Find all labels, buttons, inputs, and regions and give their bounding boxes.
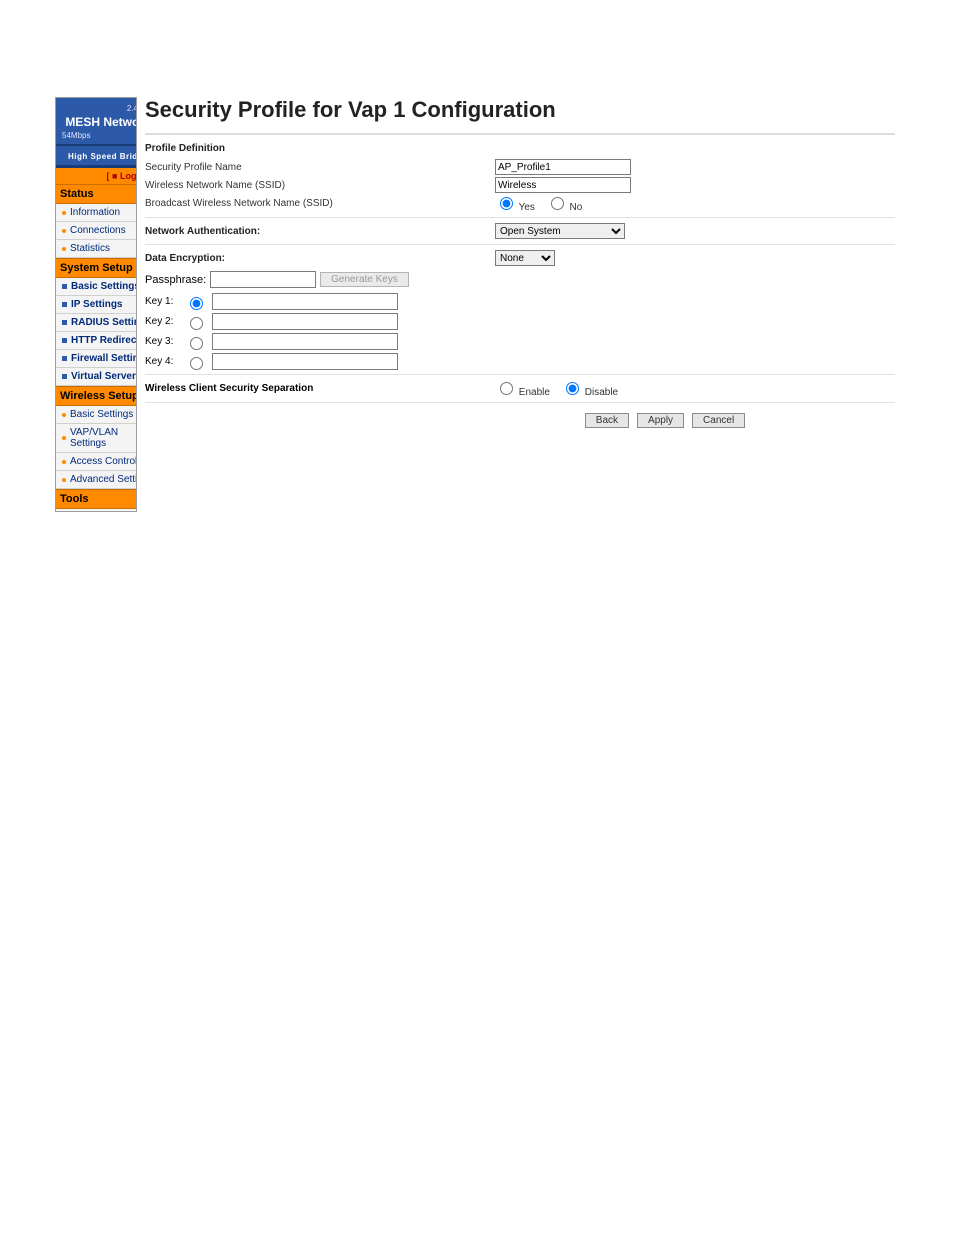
sidebar-item-radius-settings[interactable]: RADIUS Settings bbox=[56, 314, 137, 332]
security-profile-name-input[interactable] bbox=[495, 159, 631, 175]
nav-label: VAP/VLAN Settings bbox=[70, 427, 137, 449]
sidebar-item-ip-settings[interactable]: IP Settings bbox=[56, 296, 137, 314]
logout-link[interactable]: [ ■ Logout ] bbox=[56, 168, 137, 184]
broadcast-ssid-label: Broadcast Wireless Network Name (SSID) bbox=[145, 198, 495, 209]
key2-radio[interactable] bbox=[190, 317, 203, 330]
nav-header-status: Status bbox=[56, 184, 137, 204]
bullet-icon bbox=[62, 229, 66, 233]
sidebar-item-statistics[interactable]: Statistics bbox=[56, 240, 137, 258]
nav-label: HTTP Redirect bbox=[71, 335, 137, 346]
key3-radio[interactable] bbox=[190, 337, 203, 350]
data-encryption-select[interactable]: None bbox=[495, 250, 555, 266]
ssid-label: Wireless Network Name (SSID) bbox=[145, 180, 495, 191]
bullet-icon bbox=[62, 338, 67, 343]
bullet-icon bbox=[62, 436, 66, 440]
divider bbox=[145, 133, 895, 135]
bullet-icon bbox=[62, 211, 66, 215]
bullet-icon bbox=[62, 247, 66, 251]
cancel-button[interactable]: Cancel bbox=[692, 413, 745, 428]
network-auth-label: Network Authentication: bbox=[145, 226, 495, 237]
bullet-icon bbox=[62, 478, 66, 482]
nav-label: Access Control bbox=[70, 456, 137, 467]
security-profile-name-label: Security Profile Name bbox=[145, 162, 495, 173]
sidebar-item-access-control[interactable]: Access Control bbox=[56, 453, 137, 471]
sidebar-item-wireless-basic[interactable]: Basic Settings bbox=[56, 406, 137, 424]
key3-input[interactable] bbox=[212, 333, 398, 350]
sidebar-item-vap-vlan[interactable]: VAP/VLAN Settings bbox=[56, 424, 137, 453]
back-button[interactable]: Back bbox=[585, 413, 629, 428]
nav-label: Connections bbox=[70, 225, 126, 236]
brand-banner: 2.4GHz MESH Network 54Mbps bbox=[56, 98, 137, 146]
sidebar-item-site-survey[interactable]: Site Survey bbox=[56, 509, 137, 512]
data-encryption-label: Data Encryption: bbox=[145, 253, 495, 264]
nav-label: Firewall Settings bbox=[71, 353, 137, 364]
page-title: Security Profile for Vap 1 Configuration bbox=[145, 97, 895, 123]
sidebar-item-information[interactable]: Information bbox=[56, 204, 137, 222]
brand-title: MESH Network bbox=[62, 115, 137, 129]
brand-freq: 2.4GHz bbox=[62, 104, 137, 113]
key4-input[interactable] bbox=[212, 353, 398, 370]
sidebar: 2.4GHz MESH Network 54Mbps High Speed Br… bbox=[56, 98, 137, 511]
key1-label: Key 1: bbox=[145, 296, 179, 307]
key2-input[interactable] bbox=[212, 313, 398, 330]
key3-label: Key 3: bbox=[145, 336, 179, 347]
brand-hsb: High Speed Bridge bbox=[56, 146, 137, 168]
wcss-enable-radio[interactable] bbox=[500, 382, 513, 395]
nav-label: IP Settings bbox=[71, 299, 123, 310]
bullet-icon bbox=[62, 374, 67, 379]
sidebar-item-firewall-settings[interactable]: Firewall Settings bbox=[56, 350, 137, 368]
main-panel: Security Profile for Vap 1 Configuration… bbox=[137, 97, 895, 512]
key4-radio[interactable] bbox=[190, 357, 203, 370]
nav-label: Information bbox=[70, 207, 120, 218]
key4-label: Key 4: bbox=[145, 356, 179, 367]
key1-radio[interactable] bbox=[190, 297, 203, 310]
generate-keys-button: Generate Keys bbox=[320, 272, 409, 287]
sidebar-item-virtual-server[interactable]: Virtual Server bbox=[56, 368, 137, 386]
bullet-icon bbox=[62, 320, 67, 325]
nav-header-tools: Tools bbox=[56, 489, 137, 509]
bullet-icon bbox=[62, 413, 66, 417]
ssid-input[interactable] bbox=[495, 177, 631, 193]
nav-header-wireless: Wireless Setup bbox=[56, 386, 137, 406]
nav-label: Advanced Settings bbox=[70, 474, 137, 485]
brand-speed: 54Mbps bbox=[62, 131, 137, 140]
nav-header-system: System Setup bbox=[56, 258, 137, 278]
nav-label: Virtual Server bbox=[71, 371, 136, 382]
bullet-icon bbox=[62, 460, 66, 464]
bullet-icon bbox=[62, 356, 67, 361]
broadcast-no-radio[interactable] bbox=[551, 197, 564, 210]
bullet-icon bbox=[62, 284, 67, 289]
passphrase-label: Passphrase: bbox=[145, 274, 206, 286]
wcss-label: Wireless Client Security Separation bbox=[145, 383, 495, 394]
sidebar-item-advanced-settings[interactable]: Advanced Settings bbox=[56, 471, 137, 489]
sidebar-item-basic-settings[interactable]: Basic Settings bbox=[56, 278, 137, 296]
key1-input[interactable] bbox=[212, 293, 398, 310]
sidebar-item-http-redirect[interactable]: HTTP Redirect bbox=[56, 332, 137, 350]
sidebar-scroll-container: 2.4GHz MESH Network 54Mbps High Speed Br… bbox=[55, 97, 137, 512]
profile-definition-header: Profile Definition bbox=[145, 143, 895, 154]
sidebar-item-connections[interactable]: Connections bbox=[56, 222, 137, 240]
broadcast-yes-radio[interactable] bbox=[500, 197, 513, 210]
apply-button[interactable]: Apply bbox=[637, 413, 684, 428]
nav-label: Basic Settings bbox=[70, 409, 133, 420]
passphrase-input[interactable] bbox=[210, 271, 316, 288]
network-auth-select[interactable]: Open System bbox=[495, 223, 625, 239]
wcss-disable-radio[interactable] bbox=[566, 382, 579, 395]
nav-label: Statistics bbox=[70, 243, 110, 254]
nav-label: RADIUS Settings bbox=[71, 317, 137, 328]
bullet-icon bbox=[62, 302, 67, 307]
key2-label: Key 2: bbox=[145, 316, 179, 327]
nav-label: Basic Settings bbox=[71, 281, 137, 292]
